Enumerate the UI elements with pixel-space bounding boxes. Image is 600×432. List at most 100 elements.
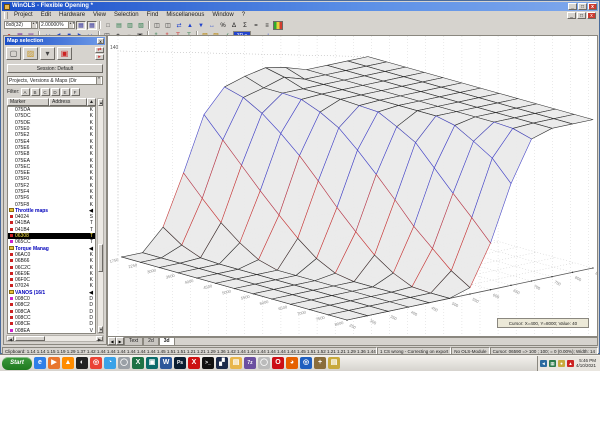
- menu-?[interactable]: ?: [238, 11, 249, 20]
- tree-mode-dropdown-icon[interactable]: ▼: [96, 77, 101, 84]
- filter-button-a[interactable]: A: [20, 87, 30, 96]
- menu-selection[interactable]: Selection: [110, 11, 143, 20]
- map-row[interactable]: 075F2 K: [8, 183, 95, 189]
- view-table-icon[interactable]: ▦: [87, 20, 97, 30]
- filter-button-e[interactable]: E: [60, 87, 70, 96]
- map-folder-row[interactable]: Throttle maps ◀: [8, 207, 95, 214]
- map-row[interactable]: 075F4 K: [8, 189, 95, 195]
- close-button[interactable]: x: [588, 3, 597, 10]
- import-file-icon[interactable]: ▣: [57, 47, 72, 60]
- map-row[interactable]: 065CC T: [8, 239, 95, 245]
- map-row[interactable]: 075F6 K: [8, 195, 95, 201]
- close-red-icon[interactable]: X: [188, 357, 200, 369]
- map-row[interactable]: 075E6 K: [8, 145, 95, 151]
- delta-edit-icon[interactable]: Δ: [229, 20, 239, 30]
- filter-button-f[interactable]: F: [70, 87, 80, 96]
- map-row[interactable]: 075EE K: [8, 170, 95, 176]
- white-circle-icon[interactable]: ◯: [258, 357, 270, 369]
- map-row[interactable]: 075E8 K: [8, 151, 95, 157]
- map-row[interactable]: 07024 K: [8, 283, 95, 289]
- wrench-icon[interactable]: +: [314, 357, 326, 369]
- safari-icon[interactable]: ◔: [104, 357, 116, 369]
- open-dropdown-icon[interactable]: ▾: [40, 47, 55, 60]
- mdi-close-button[interactable]: x: [587, 12, 596, 19]
- view-hexdump-icon[interactable]: ▦: [76, 20, 86, 30]
- select-block-icon[interactable]: ▧: [136, 20, 146, 30]
- map-row[interactable]: 041BA T: [8, 220, 95, 226]
- scroll-up-icon[interactable]: ▲: [98, 99, 103, 106]
- map-row[interactable]: 075E2 K: [8, 132, 95, 138]
- map-row[interactable]: 075F8 K: [8, 201, 95, 208]
- menu-edit[interactable]: Edit: [37, 11, 55, 20]
- folder-expand-icon[interactable]: ◀: [85, 246, 95, 252]
- map-row[interactable]: 075F0 K: [8, 176, 95, 182]
- internet-explorer-icon[interactable]: e: [34, 357, 46, 369]
- move-down-icon[interactable]: ▼: [196, 20, 206, 30]
- menu-view[interactable]: View: [89, 11, 110, 20]
- open-project-icon[interactable]: ▨: [23, 47, 38, 60]
- network-icon[interactable]: ▦: [548, 359, 556, 367]
- tab-scroll-right[interactable]: ▶: [116, 337, 124, 345]
- update-icon[interactable]: ●: [557, 359, 565, 367]
- list-icon[interactable]: ≡: [262, 20, 272, 30]
- menu-hardware[interactable]: Hardware: [55, 11, 89, 20]
- histogram-colors-icon[interactable]: [273, 20, 283, 30]
- map-row[interactable]: 06AC0 K: [8, 252, 95, 258]
- sevenzip-icon[interactable]: 7z: [244, 357, 256, 369]
- surface-chart[interactable]: 140 250 300 350 400 450 500 550 600 650 700 750 800 8…: [108, 36, 597, 336]
- tab-text[interactable]: Text: [124, 337, 144, 345]
- map-row[interactable]: 008EA V: [8, 327, 95, 333]
- map-row[interactable]: 008C0 D: [8, 296, 95, 302]
- select-row-icon[interactable]: ▤: [114, 20, 124, 30]
- hscroll-thumb[interactable]: [15, 336, 45, 341]
- column-address[interactable]: Address: [49, 98, 87, 106]
- map-row[interactable]: 06B66 K: [8, 258, 95, 264]
- map-row[interactable]: 075EA K: [8, 157, 95, 164]
- tab-3d[interactable]: 3d: [158, 337, 175, 345]
- mdi-minimize-button[interactable]: _: [567, 12, 576, 19]
- notes-icon[interactable]: ▤: [328, 357, 340, 369]
- map-3d-view[interactable]: 140 250 300 350 400 450 500 550 600 650 700 750 800 8…: [107, 35, 598, 337]
- menu-project[interactable]: Project: [10, 11, 37, 20]
- map-list-hscrollbar[interactable]: ◀ ▶: [6, 335, 104, 342]
- menu-window[interactable]: Window: [208, 11, 237, 20]
- map-selection-titlebar[interactable]: Map selection x: [5, 37, 105, 45]
- tree-mode-combo[interactable]: Projects, Versions & Maps (Dir ▼: [7, 76, 103, 85]
- filter-button-b[interactable]: B: [30, 87, 40, 96]
- folder-expand-icon[interactable]: ◀: [85, 208, 95, 214]
- browser-gray-icon[interactable]: ◯: [118, 357, 130, 369]
- map-row[interactable]: 06C2C K: [8, 264, 95, 271]
- equalize-icon[interactable]: =: [251, 20, 261, 30]
- scroll-down-icon[interactable]: ▼: [98, 326, 103, 333]
- map-list-vscrollbar[interactable]: ▲ ▼: [97, 98, 104, 334]
- export-map-icon[interactable]: ▸: [95, 54, 104, 60]
- excel-icon[interactable]: X: [132, 357, 144, 369]
- tab-2d[interactable]: 2d: [143, 337, 159, 345]
- vscroll-thumb[interactable]: [98, 244, 103, 273]
- sum-icon[interactable]: Σ: [240, 20, 250, 30]
- session-button[interactable]: Session: Default: [7, 64, 103, 73]
- zoom-combo[interactable]: 2.00000% ▲▼: [39, 21, 75, 29]
- map-row[interactable]: 075DC K: [8, 113, 95, 119]
- photoshop-icon[interactable]: Ps: [174, 357, 186, 369]
- map-row[interactable]: 075DE K: [8, 120, 95, 126]
- map-row[interactable]: 04024 S: [8, 214, 95, 220]
- map-folder-row[interactable]: Torque Manag ◀: [8, 245, 95, 252]
- sort-button[interactable]: ▲: [87, 98, 96, 106]
- menu-miscellaneous[interactable]: Miscellaneous: [162, 11, 208, 20]
- target-app-icon[interactable]: ◎: [300, 357, 312, 369]
- refresh-list-icon[interactable]: ⇄: [95, 47, 104, 53]
- map-row[interactable]: 075E4 K: [8, 138, 95, 145]
- map-folder-row[interactable]: VANOS (16/1 ◀: [8, 289, 95, 296]
- percent-edit-icon[interactable]: %: [218, 20, 228, 30]
- firefox-icon[interactable]: ◕: [286, 357, 298, 369]
- map-row[interactable]: 075DA K: [8, 107, 95, 113]
- map-size-spinner[interactable]: ▲▼: [31, 22, 38, 28]
- new-project-icon[interactable]: ▢: [6, 47, 21, 60]
- terminal-icon[interactable]: >_: [202, 357, 214, 369]
- window-version-icon[interactable]: ◫: [163, 20, 173, 30]
- filter-button-d[interactable]: D: [50, 87, 60, 96]
- compare-versions-icon[interactable]: ⇄: [174, 20, 184, 30]
- map-row[interactable]: 008CE D: [8, 321, 95, 327]
- teal-app-icon[interactable]: ▣: [146, 357, 158, 369]
